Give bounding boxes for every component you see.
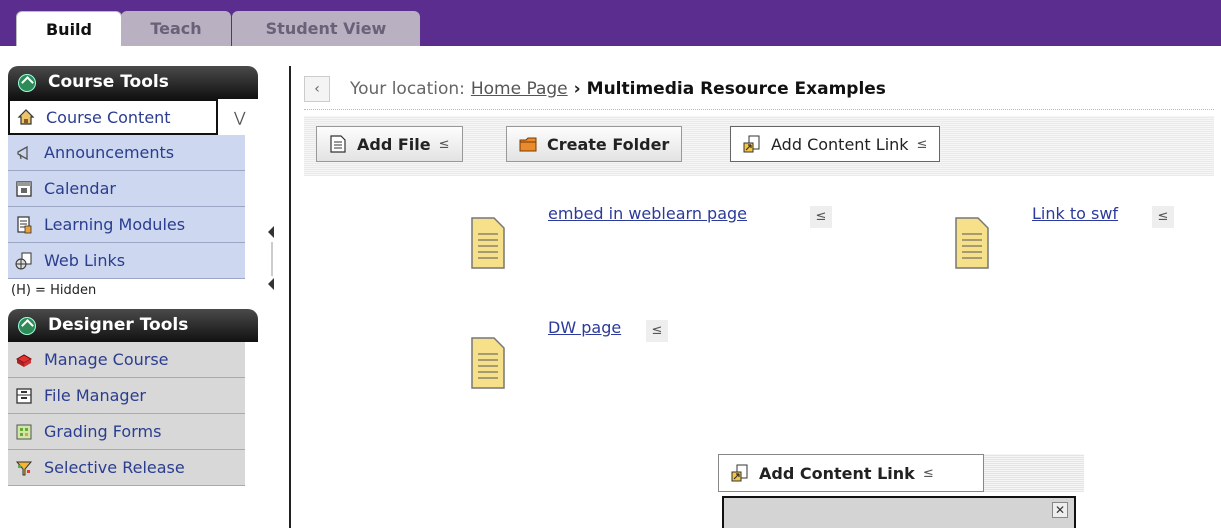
sidebar-item-label: Selective Release — [44, 458, 185, 477]
content-divider — [289, 66, 291, 528]
add-content-link-menu: ✕ — [722, 496, 1076, 528]
item-link-swf[interactable]: Link to swf — [1032, 204, 1118, 223]
sidebar-item-selective-release[interactable]: Selective Release — [8, 450, 245, 486]
dropdown-arrow-icon[interactable]: ≤ — [923, 466, 934, 481]
sidebar-item-label: Course Content — [46, 107, 171, 127]
sidebar-item-label: Announcements — [44, 143, 175, 162]
breadcrumb-label: Your location: — [350, 79, 465, 99]
floating-add-content-link-label: Add Content Link — [759, 463, 915, 483]
floating-add-content-link-button[interactable]: Add Content Link ≤ — [718, 454, 984, 492]
sidebar-item-calendar[interactable]: Calendar — [8, 171, 245, 207]
collapse-left-icon[interactable] — [268, 278, 274, 290]
add-file-label: Add File — [357, 134, 431, 154]
add-file-button[interactable]: Add File ≤ — [316, 126, 463, 162]
close-icon[interactable]: ✕ — [1052, 502, 1068, 518]
add-content-link-label: Add Content Link — [771, 134, 909, 154]
file-document-icon[interactable] — [470, 216, 506, 270]
create-folder-button[interactable]: Create Folder — [506, 126, 683, 162]
top-tab-bar: Build Teach Student View — [0, 0, 1221, 46]
module-icon — [14, 215, 34, 235]
designer-tools-list: Manage Course File Manager Grading Forms… — [8, 342, 258, 486]
dropdown-arrow-icon[interactable]: ≤ — [439, 137, 450, 152]
megaphone-icon — [14, 143, 34, 163]
sidebar-item-course-content[interactable]: Course Content — [8, 99, 218, 135]
sidebar-item-label: Learning Modules — [44, 215, 186, 234]
file-document-icon[interactable] — [470, 336, 506, 390]
toolbox-icon — [14, 350, 34, 370]
sidebar-resize-handle[interactable] — [266, 226, 276, 290]
breadcrumb: ‹ Your location: Home Page › Multimedia … — [304, 74, 886, 104]
sidebar-item-label: Calendar — [44, 179, 116, 198]
breadcrumb-home-link[interactable]: Home Page — [471, 79, 568, 99]
tab-student-view[interactable]: Student View — [232, 11, 420, 46]
sidebar-item-manage-course[interactable]: Manage Course — [8, 342, 245, 378]
globe-link-icon — [14, 251, 34, 271]
sidebar-item-label: Grading Forms — [44, 422, 162, 441]
back-button[interactable]: ‹ — [304, 76, 330, 102]
content-link-icon — [731, 463, 749, 483]
sidebar-item-learning-modules[interactable]: Learning Modules — [8, 207, 245, 243]
item-link-embed[interactable]: embed in weblearn page — [548, 204, 747, 223]
content-toolbar: Add File ≤ Create Folder Add Content Lin… — [304, 116, 1214, 176]
sidebar-item-label: File Manager — [44, 386, 146, 405]
course-tools-title: Course Tools — [48, 72, 169, 92]
designer-tools-title: Designer Tools — [48, 315, 189, 335]
sidebar: Course Tools Course Content Announcement… — [8, 66, 258, 486]
folder-icon — [519, 134, 537, 154]
course-content-dropdown-icon[interactable]: ⋁ — [234, 110, 245, 126]
sidebar-item-label: Manage Course — [44, 350, 169, 369]
create-folder-label: Create Folder — [547, 134, 670, 154]
course-tools-list: Course Content Announcements Calendar Le… — [8, 99, 258, 279]
house-icon — [16, 107, 36, 127]
resize-grip[interactable] — [271, 242, 273, 276]
item-link-dw-page[interactable]: DW page — [548, 318, 621, 337]
dropdown-arrow-icon[interactable]: ≤ — [917, 137, 928, 152]
sidebar-item-file-manager[interactable]: File Manager — [8, 378, 245, 414]
sidebar-item-grading-forms[interactable]: Grading Forms — [8, 414, 245, 450]
calendar-icon — [14, 179, 34, 199]
file-document-icon[interactable] — [954, 216, 990, 270]
page-title: Multimedia Resource Examples — [586, 79, 886, 99]
release-icon — [14, 458, 34, 478]
tab-build[interactable]: Build — [16, 11, 122, 46]
sidebar-item-label: Web Links — [44, 251, 126, 270]
grading-icon — [14, 422, 34, 442]
designer-tools-header[interactable]: Designer Tools — [8, 309, 258, 342]
item-menu-icon[interactable]: ≤ — [810, 206, 832, 228]
file-manager-icon — [14, 386, 34, 406]
add-content-link-button[interactable]: Add Content Link ≤ — [730, 126, 941, 162]
tab-teach[interactable]: Teach — [121, 11, 231, 46]
breadcrumb-divider — [304, 109, 1214, 110]
course-tools-header[interactable]: Course Tools — [8, 66, 258, 99]
sidebar-item-web-links[interactable]: Web Links — [8, 243, 245, 279]
breadcrumb-separator: › — [573, 79, 581, 99]
collapse-icon[interactable] — [18, 73, 36, 92]
sidebar-item-announcements[interactable]: Announcements — [8, 135, 245, 171]
document-icon — [329, 134, 347, 154]
collapse-icon[interactable] — [18, 316, 36, 335]
item-menu-icon[interactable]: ≤ — [1152, 206, 1174, 228]
content-link-icon — [743, 134, 761, 154]
item-menu-icon[interactable]: ≤ — [646, 320, 668, 342]
collapse-left-icon[interactable] — [268, 226, 274, 238]
hidden-note: (H) = Hidden — [11, 283, 97, 298]
